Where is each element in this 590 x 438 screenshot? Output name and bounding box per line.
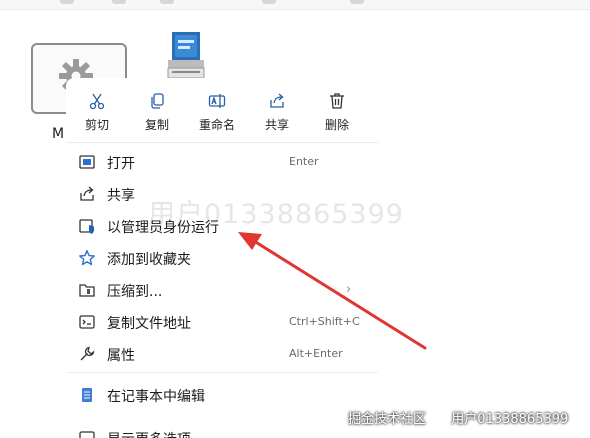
footer-site-name: 掘金技术社区 [348,412,427,427]
at-sign-icon [432,412,445,425]
footer-watermark: 掘金技术社区 用户01338865399 [348,408,568,427]
annotation-arrow [238,232,427,350]
footer-user-name: 用户01338865399 [451,412,569,427]
